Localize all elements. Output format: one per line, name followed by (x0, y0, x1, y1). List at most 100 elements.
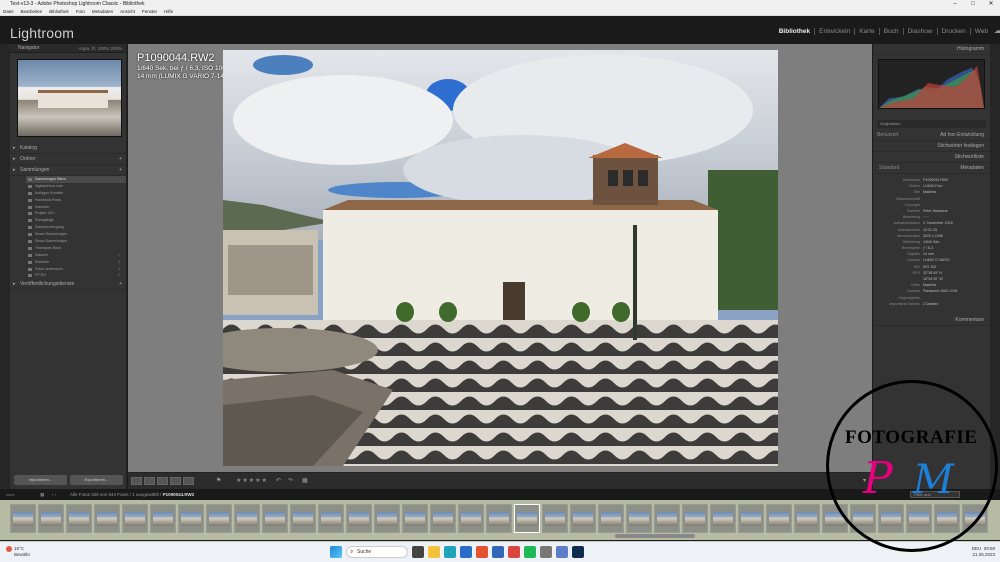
histogram-header[interactable]: Histogramm (873, 44, 990, 55)
minimize-icon[interactable]: – (946, 0, 964, 8)
compare-view-icon[interactable] (157, 477, 168, 485)
collection-item[interactable]: Smart-Sammlungen (26, 238, 126, 245)
filmstrip-thumbnail[interactable] (710, 504, 736, 533)
settings-icon[interactable] (540, 546, 552, 558)
mail-icon[interactable] (460, 546, 472, 558)
brave-browser-icon[interactable] (476, 546, 488, 558)
module-diashow[interactable]: Diashow (902, 28, 937, 35)
right-panel-toggle[interactable] (990, 44, 1000, 489)
filmstrip-thumbnail[interactable] (374, 504, 400, 533)
file-explorer-icon[interactable] (428, 546, 440, 558)
collection-item[interactable]: Rundgänge (26, 217, 126, 224)
language-indicator[interactable]: DEU (972, 546, 982, 551)
filmstrip-thumbnail[interactable] (122, 504, 148, 533)
metadata-header[interactable]: Standard Metadaten (873, 163, 990, 174)
filmstrip-thumbnail[interactable] (654, 504, 680, 533)
grid-view-icon[interactable] (131, 477, 142, 485)
taskbar-search[interactable]: Suche (346, 546, 408, 558)
menu-foto[interactable]: Foto (76, 8, 85, 15)
add-collection-icon[interactable]: + (119, 165, 122, 176)
filmstrip-thumbnail[interactable] (514, 504, 540, 533)
windows-start-icon[interactable] (330, 546, 342, 558)
menu-metadaten[interactable]: Metadaten (92, 8, 113, 15)
navigator-header[interactable]: Navigator Anpa. Fl. 100% 200% (10, 44, 126, 53)
collection-item[interactable]: Auflagen Knoeller (26, 190, 126, 197)
filmstrip-source[interactable]: Alle Fotos 326 von 944 Fotos / 1 ausgewä… (70, 489, 194, 500)
collection-item[interactable]: FP-RO 2 (26, 272, 126, 279)
navigator-zoom-options[interactable]: Anpa. Fl. 100% 200% (78, 44, 122, 53)
collection-filter[interactable]: Sammlungen filtern (26, 176, 126, 183)
rotate-left-icon[interactable]: ↶ (276, 477, 281, 484)
navigator-preview[interactable] (17, 59, 122, 137)
menu-fenster[interactable]: Fenster (142, 8, 157, 15)
collection-item[interactable]: Diaserie 1 (26, 252, 126, 259)
filmstrip-thumbnail[interactable] (234, 504, 260, 533)
menu-bibliothek[interactable]: Bibliothek (49, 8, 69, 15)
filmstrip-thumbnail[interactable] (682, 504, 708, 533)
add-folder-icon[interactable]: + (119, 154, 122, 165)
filmstrip-thumbnail[interactable] (738, 504, 764, 533)
cloud-sync-icon[interactable]: ☁ (994, 26, 1000, 35)
export-button[interactable]: Exportieren... (70, 475, 123, 485)
menu-bearbeiten[interactable]: Bearbeiten (21, 8, 43, 15)
filmstrip-thumbnail[interactable] (150, 504, 176, 533)
section-publish[interactable]: Veröffentlichungsdienste + (10, 279, 126, 291)
collection-item[interactable]: Fotos verbessern 4 (26, 266, 126, 273)
collection-item[interactable]: Sonnenuntergang (26, 224, 126, 231)
module-web[interactable]: Web (969, 28, 992, 35)
system-tray[interactable]: DEU 09:58 21.05.2023 (972, 546, 995, 558)
filmstrip-thumbnail[interactable] (458, 504, 484, 533)
filmstrip-thumbnail[interactable] (290, 504, 316, 533)
section-ordner[interactable]: Ordner + (10, 154, 126, 165)
filmstrip-thumbnail[interactable] (598, 504, 624, 533)
collection-item[interactable]: Facebook-Posts (26, 197, 126, 204)
comments-header[interactable]: Kommentare (873, 315, 990, 326)
module-entwickeln[interactable]: Entwickeln (814, 28, 854, 35)
collection-item[interactable]: Smart-Sammlungen (26, 231, 126, 238)
rotate-right-icon[interactable]: ↷ (288, 477, 293, 484)
filmstrip-thumbnail[interactable] (262, 504, 288, 533)
close-icon[interactable]: ✕ (982, 0, 1000, 8)
main-photo[interactable] (223, 50, 778, 466)
filmstrip-scrollbar[interactable] (615, 534, 695, 538)
filmstrip-thumbnail[interactable] (486, 504, 512, 533)
star-rating[interactable]: ★★★★★ (236, 477, 268, 484)
section-sammlungen[interactable]: Sammlungen + (10, 165, 126, 176)
filmstrip-thumbnail[interactable] (346, 504, 372, 533)
filmstrip-thumbnail[interactable] (206, 504, 232, 533)
quick-develop-preset[interactable]: Benutzert (877, 130, 898, 141)
lightroom-icon[interactable] (572, 546, 584, 558)
filmstrip-thumbnail[interactable] (178, 504, 204, 533)
module-karte[interactable]: Karte (854, 28, 879, 35)
survey-view-icon[interactable] (170, 477, 181, 485)
module-bibliothek[interactable]: Bibliothek (775, 28, 814, 35)
grid-icon[interactable]: ▦ (40, 489, 44, 500)
secondary-window-icon[interactable]: ▭▭ (6, 489, 15, 500)
histogram[interactable] (878, 59, 985, 109)
filmstrip-thumbnail[interactable] (66, 504, 92, 533)
filmstrip-thumbnail[interactable] (626, 504, 652, 533)
collection-item[interactable]: Entwürfe 3 (26, 259, 126, 266)
collection-item[interactable]: digikamfotos.com (26, 183, 126, 190)
filmstrip-thumbnail[interactable] (402, 504, 428, 533)
filmstrip-thumbnail[interactable] (94, 504, 120, 533)
flag-icon[interactable]: ⚑ (216, 477, 221, 484)
add-publish-icon[interactable]: + (119, 279, 122, 290)
metadata-value[interactable]: 2 Dateien (923, 301, 938, 307)
menu-ansicht[interactable]: Ansicht (120, 8, 135, 15)
section-katalog[interactable]: Katalog (10, 143, 126, 154)
spotify-icon[interactable] (524, 546, 536, 558)
store-icon[interactable] (492, 546, 504, 558)
weather-widget[interactable]: 19°C Bewölkt (6, 546, 30, 558)
filmstrip-thumbnail[interactable] (542, 504, 568, 533)
filmstrip-thumbnail[interactable] (570, 504, 596, 533)
menu-datei[interactable]: Datei (3, 8, 14, 15)
filmstrip-thumbnail[interactable] (766, 504, 792, 533)
collection-item[interactable]: Projekt 120 I (26, 210, 126, 217)
keywording-header[interactable]: Stichwörter festlegen (873, 141, 990, 152)
photos-icon[interactable] (556, 546, 568, 558)
menu-hilfe[interactable]: Hilfe (164, 8, 173, 15)
back-icon[interactable]: ‹ › (52, 489, 56, 500)
left-panel-toggle[interactable] (0, 44, 10, 489)
edge-browser-icon[interactable] (444, 546, 456, 558)
